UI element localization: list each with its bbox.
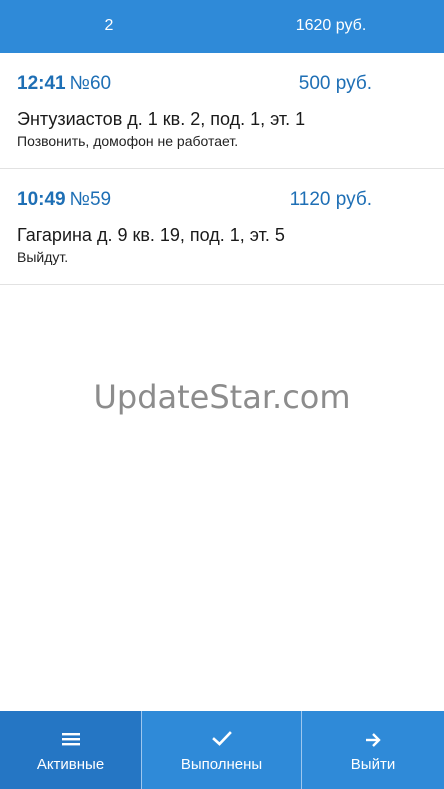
order-number: №59 bbox=[69, 189, 112, 210]
order-count: 2 bbox=[104, 17, 114, 34]
tab-logout[interactable]: Выйти bbox=[302, 711, 444, 789]
order-number: №60 bbox=[69, 73, 112, 94]
order-price: 500 руб. bbox=[298, 73, 372, 94]
order-item[interactable]: 10:49 №59 1120 руб. Гагарина д. 9 кв. 19,… bbox=[0, 169, 444, 285]
summary-bar: 2 1620 руб. bbox=[0, 0, 444, 53]
menu-icon bbox=[0, 731, 141, 749]
order-address: Энтузиастов д. 1 кв. 2, под. 1, эт. 1 bbox=[17, 109, 306, 129]
tab-label: Выполнены bbox=[180, 756, 263, 773]
order-address: Гагарина д. 9 кв. 19, под. 1, эт. 5 bbox=[17, 225, 285, 245]
order-time: 10:49 bbox=[17, 189, 66, 210]
order-note: Выйдут. bbox=[17, 249, 69, 265]
order-time: 12:41 bbox=[17, 73, 66, 94]
order-note: Позвонить, домофон не работает. bbox=[17, 133, 239, 149]
tab-completed-orders[interactable]: Выполнены bbox=[142, 711, 302, 789]
arrow-right-icon bbox=[302, 731, 444, 749]
orders-total: 1620 руб. bbox=[295, 17, 367, 34]
watermark: UpdateStar.com bbox=[93, 378, 351, 416]
tab-label: Активные bbox=[36, 756, 105, 773]
bottom-tab-bar: Активные Выполнены Выйти bbox=[0, 711, 444, 789]
check-icon bbox=[142, 731, 301, 749]
tab-active-orders[interactable]: Активные bbox=[0, 711, 142, 789]
order-price: 1120 руб. bbox=[289, 189, 372, 210]
order-item[interactable]: 12:41 №60 500 руб. Энтузиастов д. 1 кв. 2… bbox=[0, 53, 444, 169]
tab-label: Выйти bbox=[350, 756, 396, 773]
order-list: 12:41 №60 500 руб. Энтузиастов д. 1 кв. 2… bbox=[0, 53, 444, 285]
